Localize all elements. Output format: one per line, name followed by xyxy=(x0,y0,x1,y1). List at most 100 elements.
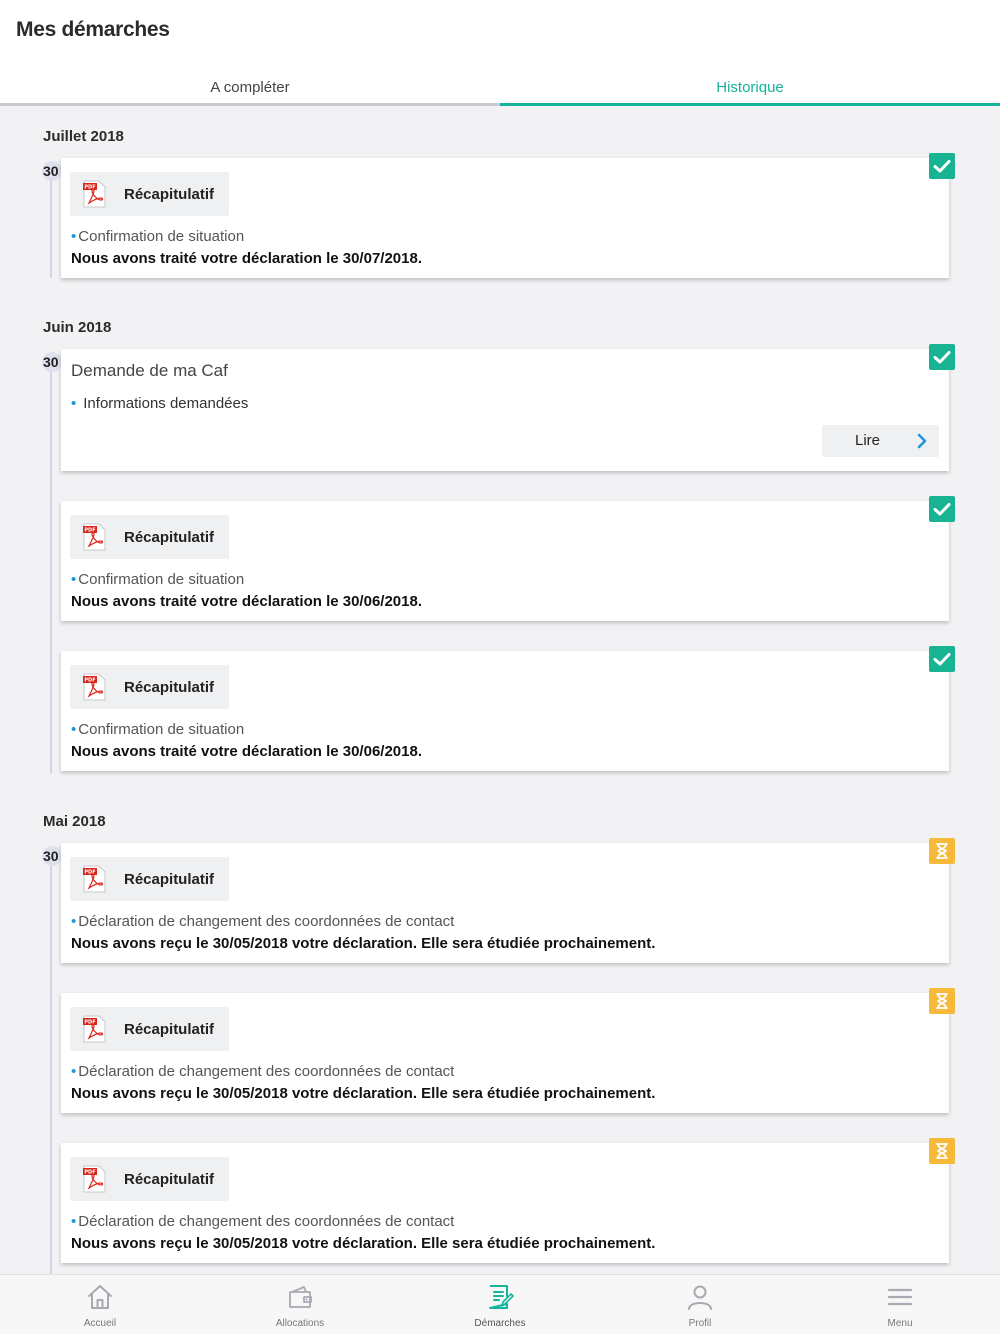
pdf-file-icon: PDF xyxy=(83,1165,106,1193)
recap-pdf-button[interactable]: PDF Récapitulatif xyxy=(70,515,229,559)
history-list[interactable]: Juillet 2018 30 PDF Récapitulatif • Confi… xyxy=(0,106,1000,1274)
bullet-dot: • xyxy=(71,1063,77,1080)
card-message: Nous avons traité votre déclaration le 3… xyxy=(71,250,422,267)
history-card: PDF Récapitulatif • Confirmation de situa… xyxy=(61,496,955,621)
recap-label: Récapitulatif xyxy=(124,1021,215,1038)
status-badge-pending xyxy=(929,1138,955,1164)
read-button-label: Lire xyxy=(855,432,881,449)
recap-label: Récapitulatif xyxy=(124,679,215,696)
recap-pdf-button[interactable]: PDF Récapitulatif xyxy=(70,1007,229,1051)
recap-pdf-button[interactable]: PDF Récapitulatif xyxy=(70,665,229,709)
timeline-line xyxy=(50,853,52,1274)
pdf-file-icon: PDF xyxy=(83,673,106,701)
card-message: Nous avons reçu le 30/05/2018 votre décl… xyxy=(71,935,656,952)
pdf-file-icon: PDF xyxy=(83,180,106,208)
bottom-navigation: Accueil Allocations Démarches Profil Men… xyxy=(0,1274,1000,1334)
card-subtitle-text: Confirmation de situation xyxy=(78,721,245,738)
card-subtitle: • Déclaration de changement des coordonné… xyxy=(71,1213,454,1230)
hourglass-icon xyxy=(936,1143,948,1159)
nav-profil[interactable]: Profil xyxy=(600,1275,800,1334)
status-badge-done xyxy=(929,153,955,179)
history-card: PDF Récapitulatif • Déclaration de change… xyxy=(61,988,955,1113)
checkmark-icon xyxy=(933,160,951,173)
checkmark-icon xyxy=(933,351,951,364)
card-message: Nous avons reçu le 30/05/2018 votre décl… xyxy=(71,1235,656,1252)
status-badge-pending xyxy=(929,988,955,1014)
history-card: PDF Récapitulatif • Confirmation de situa… xyxy=(61,153,955,278)
nav-label: Allocations xyxy=(275,1318,325,1329)
recap-label: Récapitulatif xyxy=(124,186,215,203)
status-badge-pending xyxy=(929,838,955,864)
card-subtitle-text: Confirmation de situation xyxy=(78,571,245,588)
page-title: Mes démarches xyxy=(16,18,170,41)
request-title: Demande de ma Caf xyxy=(71,361,228,380)
history-card: PDF Récapitulatif • Confirmation de situa… xyxy=(61,646,955,771)
card-subtitle: • Confirmation de situation xyxy=(71,228,244,245)
status-badge-done xyxy=(929,344,955,370)
pdf-file-icon: PDF xyxy=(83,523,106,551)
bullet-dot: • xyxy=(71,228,77,245)
card-subtitle: • Déclaration de changement des coordonné… xyxy=(71,1063,454,1080)
timeline-line xyxy=(50,359,52,773)
card-subtitle-text: Déclaration de changement des coordonnée… xyxy=(78,1063,455,1080)
card-subtitle-text: Déclaration de changement des coordonnée… xyxy=(78,1213,455,1230)
nav-demarches[interactable]: Démarches xyxy=(400,1275,600,1334)
nav-label: Démarches xyxy=(474,1318,526,1329)
timeline-line xyxy=(50,168,52,278)
card-subtitle: • Confirmation de situation xyxy=(71,571,244,588)
card-message: Nous avons traité votre déclaration le 3… xyxy=(71,743,422,760)
month-heading: Mai 2018 xyxy=(43,813,106,830)
document-edit-icon xyxy=(489,1285,514,1309)
nav-allocations[interactable]: Allocations xyxy=(200,1275,400,1334)
read-button[interactable]: Lire xyxy=(822,425,939,457)
nav-label: Menu xyxy=(887,1318,913,1329)
tab-bar: A compléter Historique xyxy=(0,70,1000,106)
card-subtitle: • Confirmation de situation xyxy=(71,721,244,738)
day-marker: 30 xyxy=(42,846,62,866)
card-subtitle-text: Déclaration de changement des coordonnée… xyxy=(78,913,455,930)
user-icon xyxy=(688,1285,712,1310)
app-header: Mes démarches A compléter Historique xyxy=(0,0,1000,106)
request-item: • Informations demandées xyxy=(71,395,248,412)
month-heading: Juin 2018 xyxy=(43,319,112,336)
nav-label: Accueil xyxy=(83,1318,117,1329)
checkmark-icon xyxy=(933,653,951,666)
pdf-file-icon: PDF xyxy=(83,1015,106,1043)
wallet-icon xyxy=(289,1286,312,1308)
status-badge-done xyxy=(929,496,955,522)
home-icon xyxy=(88,1285,112,1309)
bullet-dot: • xyxy=(71,1213,77,1230)
bullet-dot: • xyxy=(71,721,77,738)
hourglass-icon xyxy=(936,843,948,859)
history-card: PDF Récapitulatif • Déclaration de change… xyxy=(61,838,955,963)
card-message: Nous avons traité votre déclaration le 3… xyxy=(71,593,422,610)
bullet-dot: • xyxy=(71,571,77,588)
tab-a-completer[interactable]: A compléter xyxy=(0,70,500,106)
checkmark-icon xyxy=(933,503,951,516)
request-item-text: Informations demandées xyxy=(83,395,249,412)
recap-label: Récapitulatif xyxy=(124,871,215,888)
bullet-dot: • xyxy=(71,913,77,930)
hourglass-icon xyxy=(936,993,948,1009)
card-subtitle: • Déclaration de changement des coordonné… xyxy=(71,913,454,930)
day-marker: 30 xyxy=(42,352,62,372)
day-marker: 30 xyxy=(42,161,62,181)
recap-pdf-button[interactable]: PDF Récapitulatif xyxy=(70,1157,229,1201)
recap-pdf-button[interactable]: PDF Récapitulatif xyxy=(70,172,229,216)
status-badge-done xyxy=(929,646,955,672)
recap-pdf-button[interactable]: PDF Récapitulatif xyxy=(70,857,229,901)
recap-label: Récapitulatif xyxy=(124,1171,215,1188)
month-heading: Juillet 2018 xyxy=(43,128,124,145)
pdf-file-icon: PDF xyxy=(83,865,106,893)
nav-menu[interactable]: Menu xyxy=(800,1275,1000,1334)
request-card: Demande de ma Caf • Informations demandée… xyxy=(61,344,955,471)
chevron-right-icon xyxy=(917,433,927,449)
nav-accueil[interactable]: Accueil xyxy=(0,1275,200,1334)
tab-historique[interactable]: Historique xyxy=(500,70,1000,106)
hamburger-menu-icon xyxy=(887,1288,913,1306)
history-card: PDF Récapitulatif • Déclaration de change… xyxy=(61,1138,955,1263)
nav-label: Profil xyxy=(688,1318,712,1329)
card-subtitle-text: Confirmation de situation xyxy=(78,228,245,245)
recap-label: Récapitulatif xyxy=(124,529,215,546)
bullet-dot: • xyxy=(71,395,77,412)
